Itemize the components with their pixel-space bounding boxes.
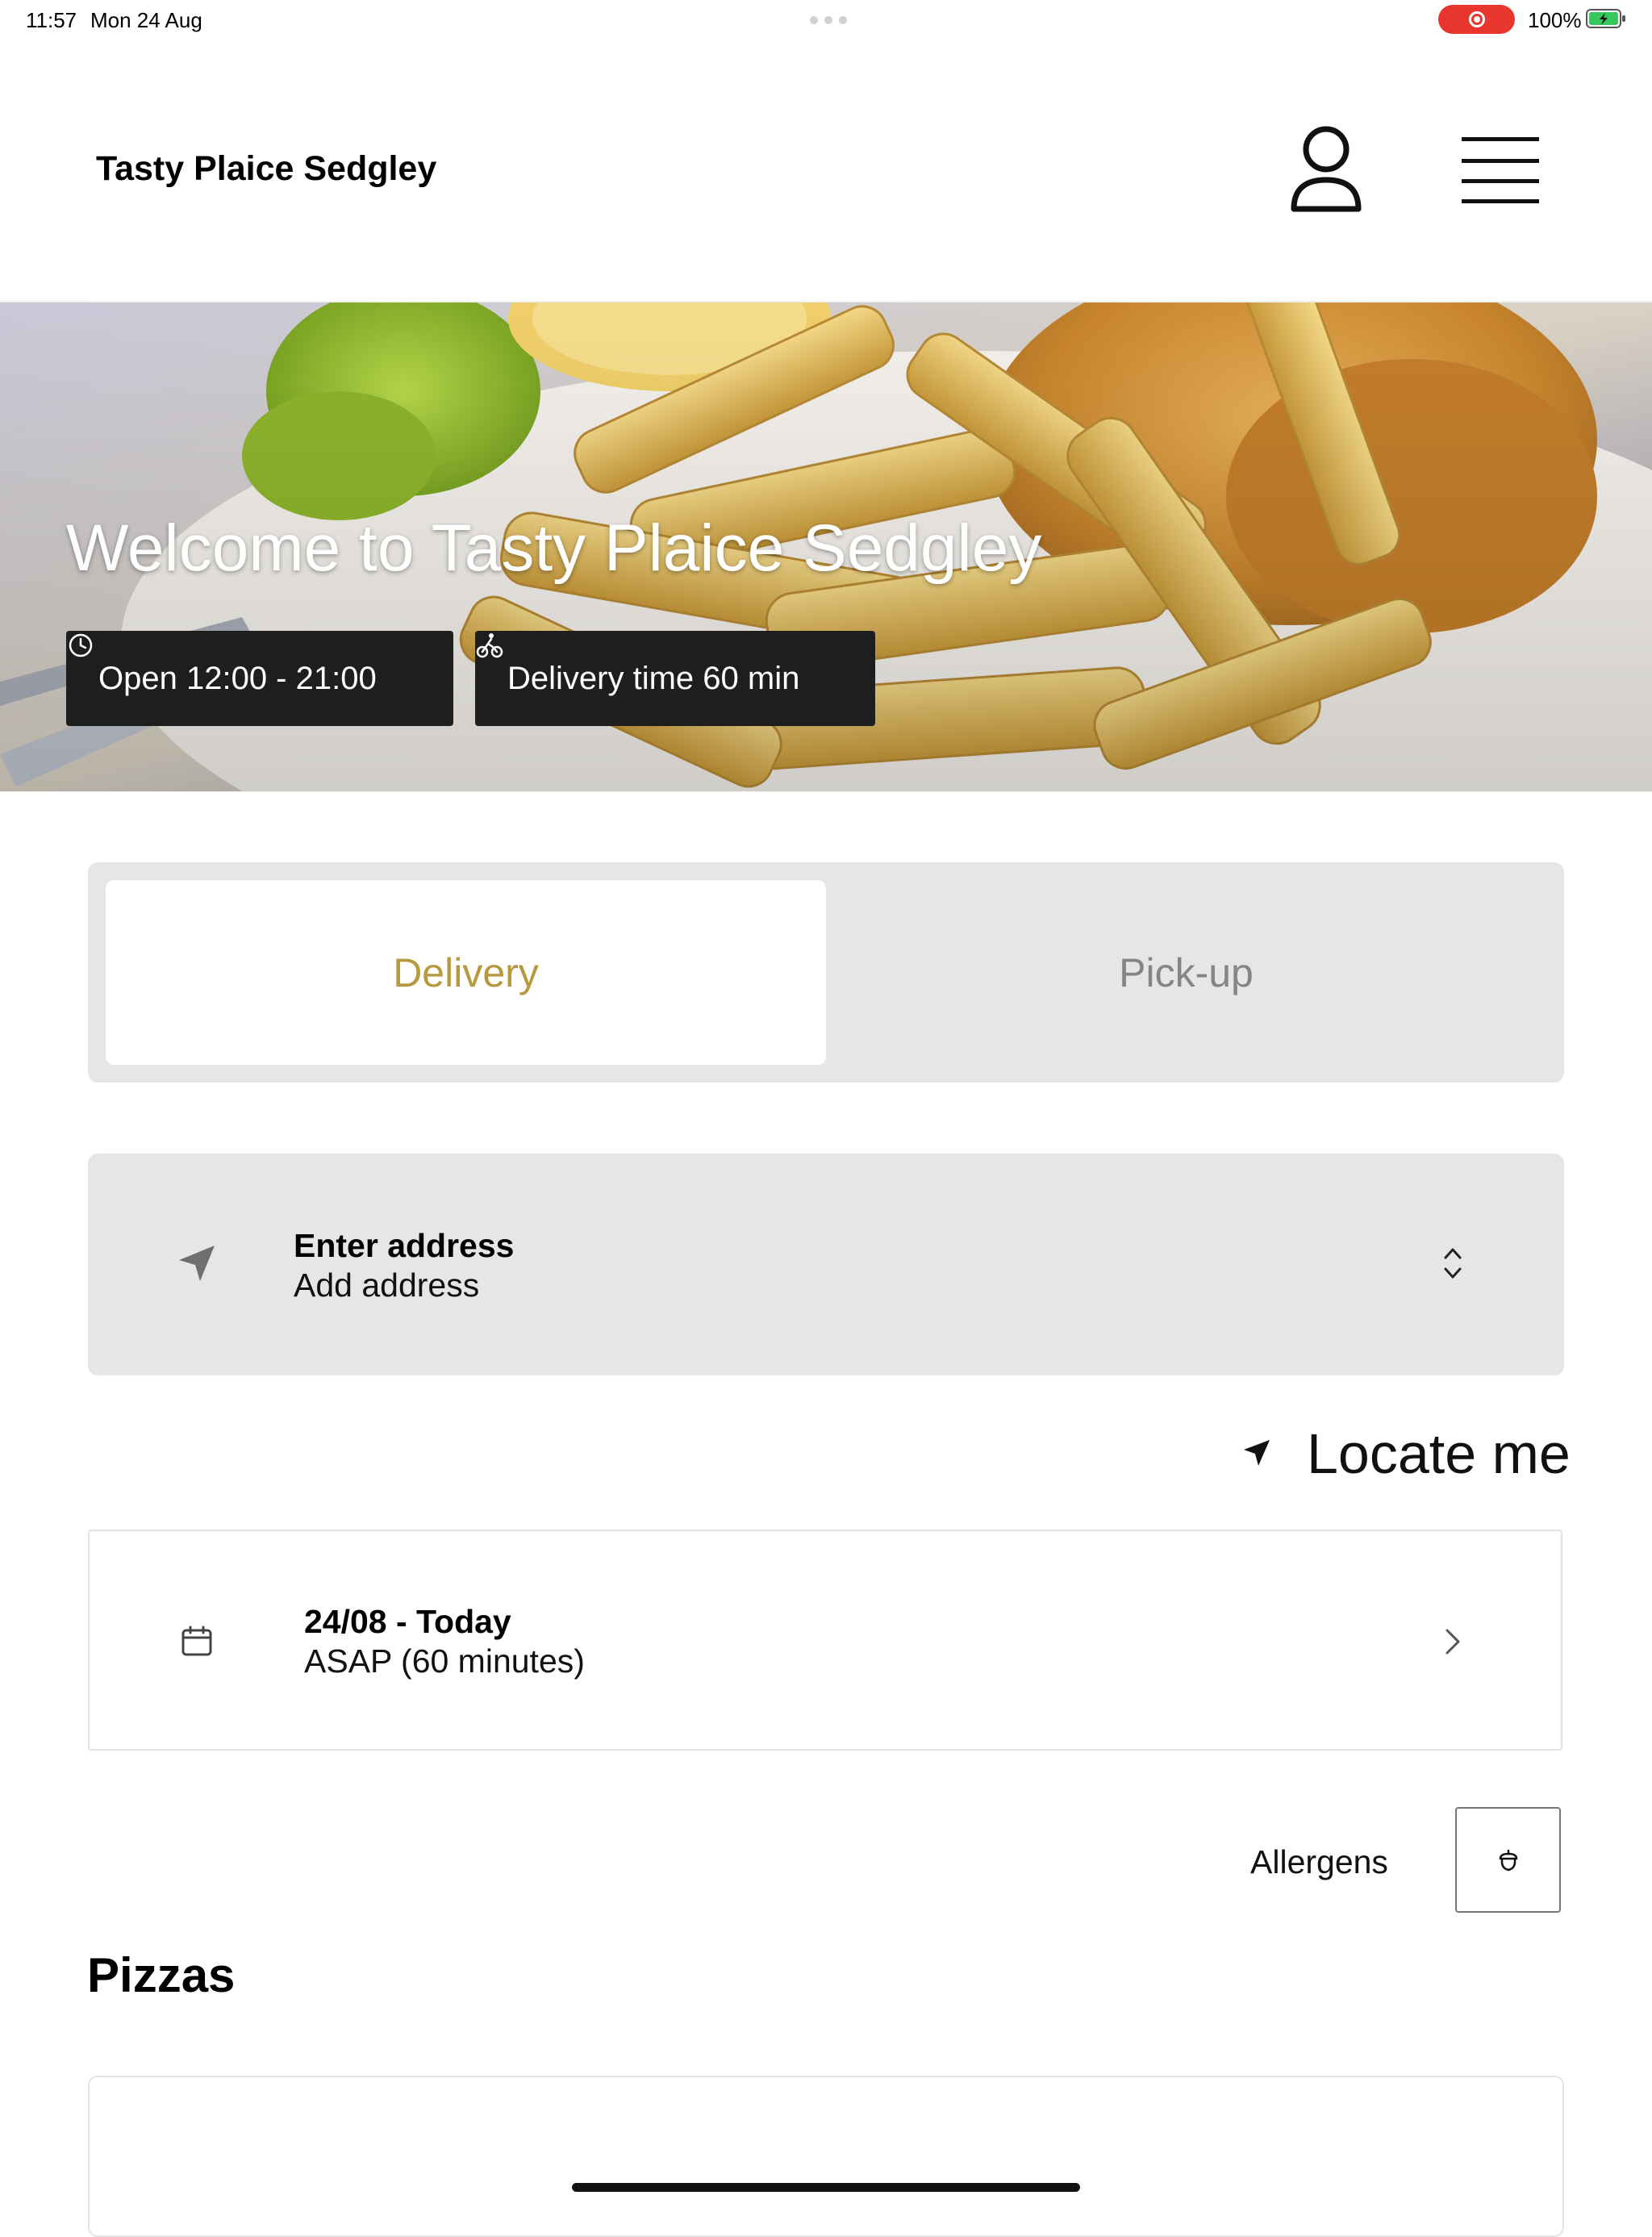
status-date: Mon 24 Aug [90,8,202,32]
hero-banner: Welcome to Tasty Plaice Sedgley Open 12:… [0,303,1652,791]
delivery-time-badge: Delivery time 60 min [475,631,875,726]
acorn-icon [1499,1849,1517,1871]
address-subtitle: Add address [294,1267,480,1304]
hero-title: Welcome to Tasty Plaice Sedgley [66,511,1042,585]
hamburger-menu-icon[interactable] [1460,136,1541,205]
locate-me-link[interactable]: Locate me [1307,1421,1571,1486]
chevron-right-icon [1446,1629,1460,1655]
chevron-up-down-icon [1444,1248,1462,1279]
screen-recording-indicator[interactable] [1438,5,1515,34]
location-arrow-icon[interactable] [1241,1437,1273,1469]
status-time: 11:57 [26,8,77,32]
opening-hours-text: Open 12:00 - 21:00 [98,660,377,696]
battery-percent: 100% [1528,8,1582,32]
user-icon[interactable] [1287,125,1365,215]
tab-delivery[interactable]: Delivery [106,880,826,1065]
delivery-time-text: Delivery time 60 min [507,660,800,696]
section-title-pizzas: Pizzas [87,1948,236,2002]
allergens-label: Allergens [1250,1843,1388,1880]
schedule-date: 24/08 - Today [304,1603,511,1640]
home-indicator[interactable] [572,2183,1080,2192]
multitasking-dots[interactable] [810,16,847,24]
opening-hours-badge: Open 12:00 - 21:00 [66,631,453,726]
battery-icon [1586,9,1625,28]
allergens-button[interactable] [1455,1807,1561,1913]
product-card[interactable] [88,2076,1564,2237]
bicycle-icon [476,633,503,658]
schedule-time: ASAP (60 minutes) [304,1642,585,1680]
location-arrow-icon [179,1246,215,1281]
clock-icon [69,633,93,657]
calendar-icon [181,1626,212,1656]
brand-name[interactable]: Tasty Plaice Sedgley [96,149,436,189]
tab-pick-up[interactable]: Pick-up [826,880,1546,1065]
address-title: Enter address [294,1227,515,1264]
